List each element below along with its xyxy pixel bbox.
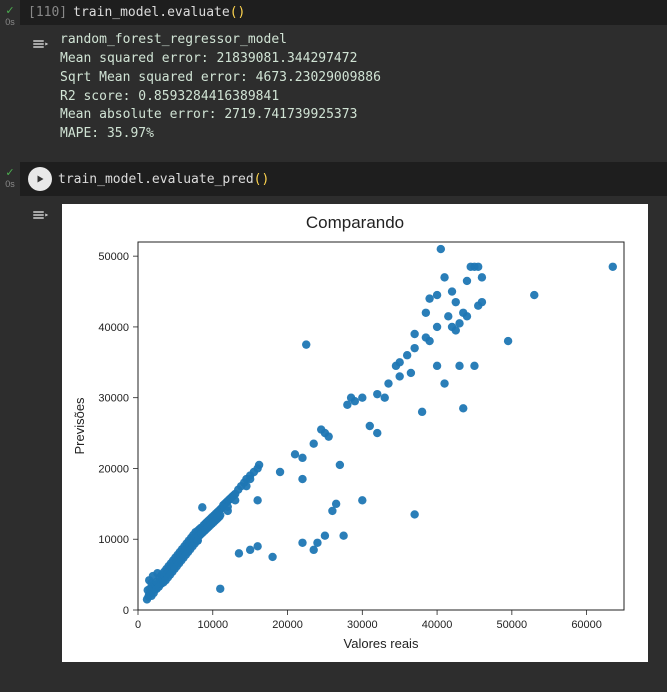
output-gutter [20,29,60,146]
svg-text:40000: 40000 [422,619,453,631]
svg-text:0: 0 [123,605,129,617]
code-text[interactable]: train_model.evaluate() [73,5,245,20]
output-toggle-icon[interactable] [31,35,49,140]
check-icon: ✓ [5,168,14,179]
code-text[interactable]: train_model.evaluate_pred() [58,172,269,187]
svg-text:50000: 50000 [497,619,528,631]
out-line: Mean absolute error: 2719.741739925373 [60,107,357,122]
code-cell-1: ✓ 0s [110] train_model.evaluate() random… [0,0,667,146]
code-cell-2: ✓ 0s train_model.evaluate_pred() Compara… [0,162,667,670]
output-block: random_forest_regressor_model Mean squar… [20,29,667,146]
svg-text:10000: 10000 [98,534,129,546]
svg-text:Valores reais: Valores reais [344,636,419,651]
cell-status-gutter: ✓ 0s [0,162,20,670]
output-gutter [20,200,60,670]
svg-text:30000: 30000 [98,393,129,405]
cell-status-gutter: ✓ 0s [0,0,20,146]
out-line: MAPE: 35.97% [60,126,154,141]
svg-text:40000: 40000 [98,322,129,334]
chart-output: Comparando 0 10000 20000 30000 40000 50000 6000… [62,204,648,662]
scatter-plot: Comparando 0 10000 20000 30000 40000 50000 6000… [66,208,644,658]
output-text: random_forest_regressor_model Mean squar… [60,29,381,146]
cell-body: train_model.evaluate_pred() Comparando 0 1… [20,162,667,670]
exec-time: 0s [5,18,15,27]
out-line: R2 score: 0.8593284416389841 [60,89,279,104]
output-block: Comparando 0 10000 20000 30000 40000 50000 6000… [20,200,667,670]
code-input-row[interactable]: train_model.evaluate_pred() [20,162,667,196]
check-icon: ✓ [5,6,14,17]
svg-text:30000: 30000 [347,619,378,631]
svg-text:20000: 20000 [98,464,129,476]
svg-text:20000: 20000 [272,619,303,631]
svg-text:Previsões: Previsões [72,397,87,455]
output-toggle-icon[interactable] [31,206,49,664]
run-cell-button[interactable] [28,167,52,191]
svg-text:60000: 60000 [571,619,602,631]
svg-text:0: 0 [135,619,141,631]
cell-body: [110] train_model.evaluate() random_fore… [20,0,667,146]
exec-time: 0s [5,180,15,189]
code-input-row[interactable]: [110] train_model.evaluate() [20,0,667,25]
out-line: random_forest_regressor_model [60,32,287,47]
exec-count-label: [110] [28,5,67,20]
svg-text:10000: 10000 [197,619,228,631]
out-line: Sqrt Mean squared error: 4673.2302900988… [60,70,381,85]
svg-text:Comparando: Comparando [306,213,404,232]
out-line: Mean squared error: 21839081.344297472 [60,51,357,66]
svg-text:50000: 50000 [98,251,129,263]
